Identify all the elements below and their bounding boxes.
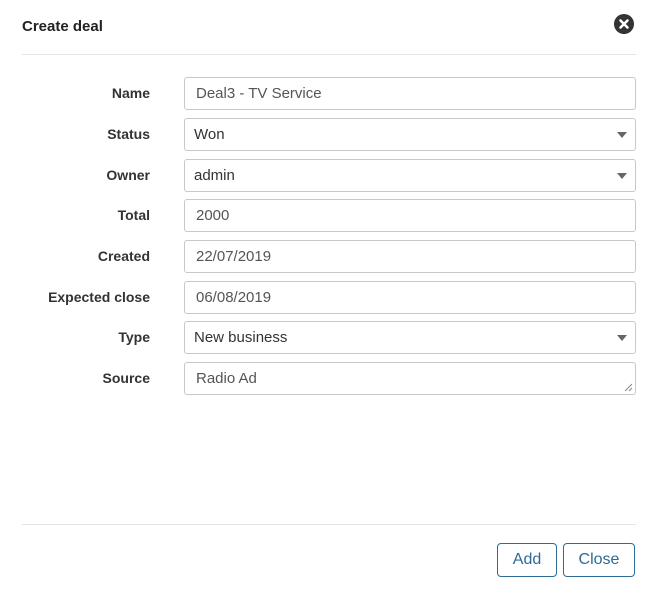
status-label: Status [107, 126, 150, 142]
add-button[interactable]: Add [497, 543, 557, 577]
owner-selected-value: admin [194, 167, 235, 184]
owner-select[interactable]: admin [184, 159, 636, 192]
source-label: Source [102, 370, 150, 386]
form-row-owner: Owner admin [0, 159, 656, 192]
source-textarea[interactable]: Radio Ad [184, 362, 636, 395]
form-row-status: Status Won [0, 118, 656, 151]
total-input[interactable] [184, 199, 636, 232]
resize-handle-icon[interactable] [624, 383, 633, 392]
status-selected-value: Won [194, 126, 225, 143]
type-select[interactable]: New business [184, 321, 636, 354]
name-input[interactable] [184, 77, 636, 110]
form-row-source: Source Radio Ad [0, 362, 656, 395]
chevron-down-icon [617, 132, 627, 138]
chevron-down-icon [617, 335, 627, 341]
create-deal-dialog: Create deal Name Status Won Owner admin … [0, 0, 656, 591]
owner-label: Owner [106, 167, 150, 183]
total-label: Total [117, 207, 150, 223]
header-divider [22, 54, 636, 55]
form-row-name: Name [0, 77, 656, 110]
form-row-created: Created [0, 240, 656, 273]
created-date-input[interactable] [184, 240, 636, 273]
status-select[interactable]: Won [184, 118, 636, 151]
form-row-expected-close: Expected close [0, 281, 656, 314]
close-button[interactable]: Close [563, 543, 635, 577]
chevron-down-icon [617, 173, 627, 179]
created-label: Created [97, 248, 150, 264]
type-selected-value: New business [194, 329, 288, 346]
name-label: Name [111, 85, 150, 101]
close-circle-icon[interactable] [614, 14, 634, 34]
source-value: Radio Ad [196, 370, 257, 387]
form-row-total: Total [0, 199, 656, 232]
type-label: Type [118, 329, 150, 345]
dialog-title: Create deal [22, 18, 103, 35]
expected-close-date-input[interactable] [184, 281, 636, 314]
footer-divider [22, 524, 636, 525]
form-row-type: Type New business [0, 321, 656, 354]
expected-close-label: Expected close [48, 289, 150, 305]
